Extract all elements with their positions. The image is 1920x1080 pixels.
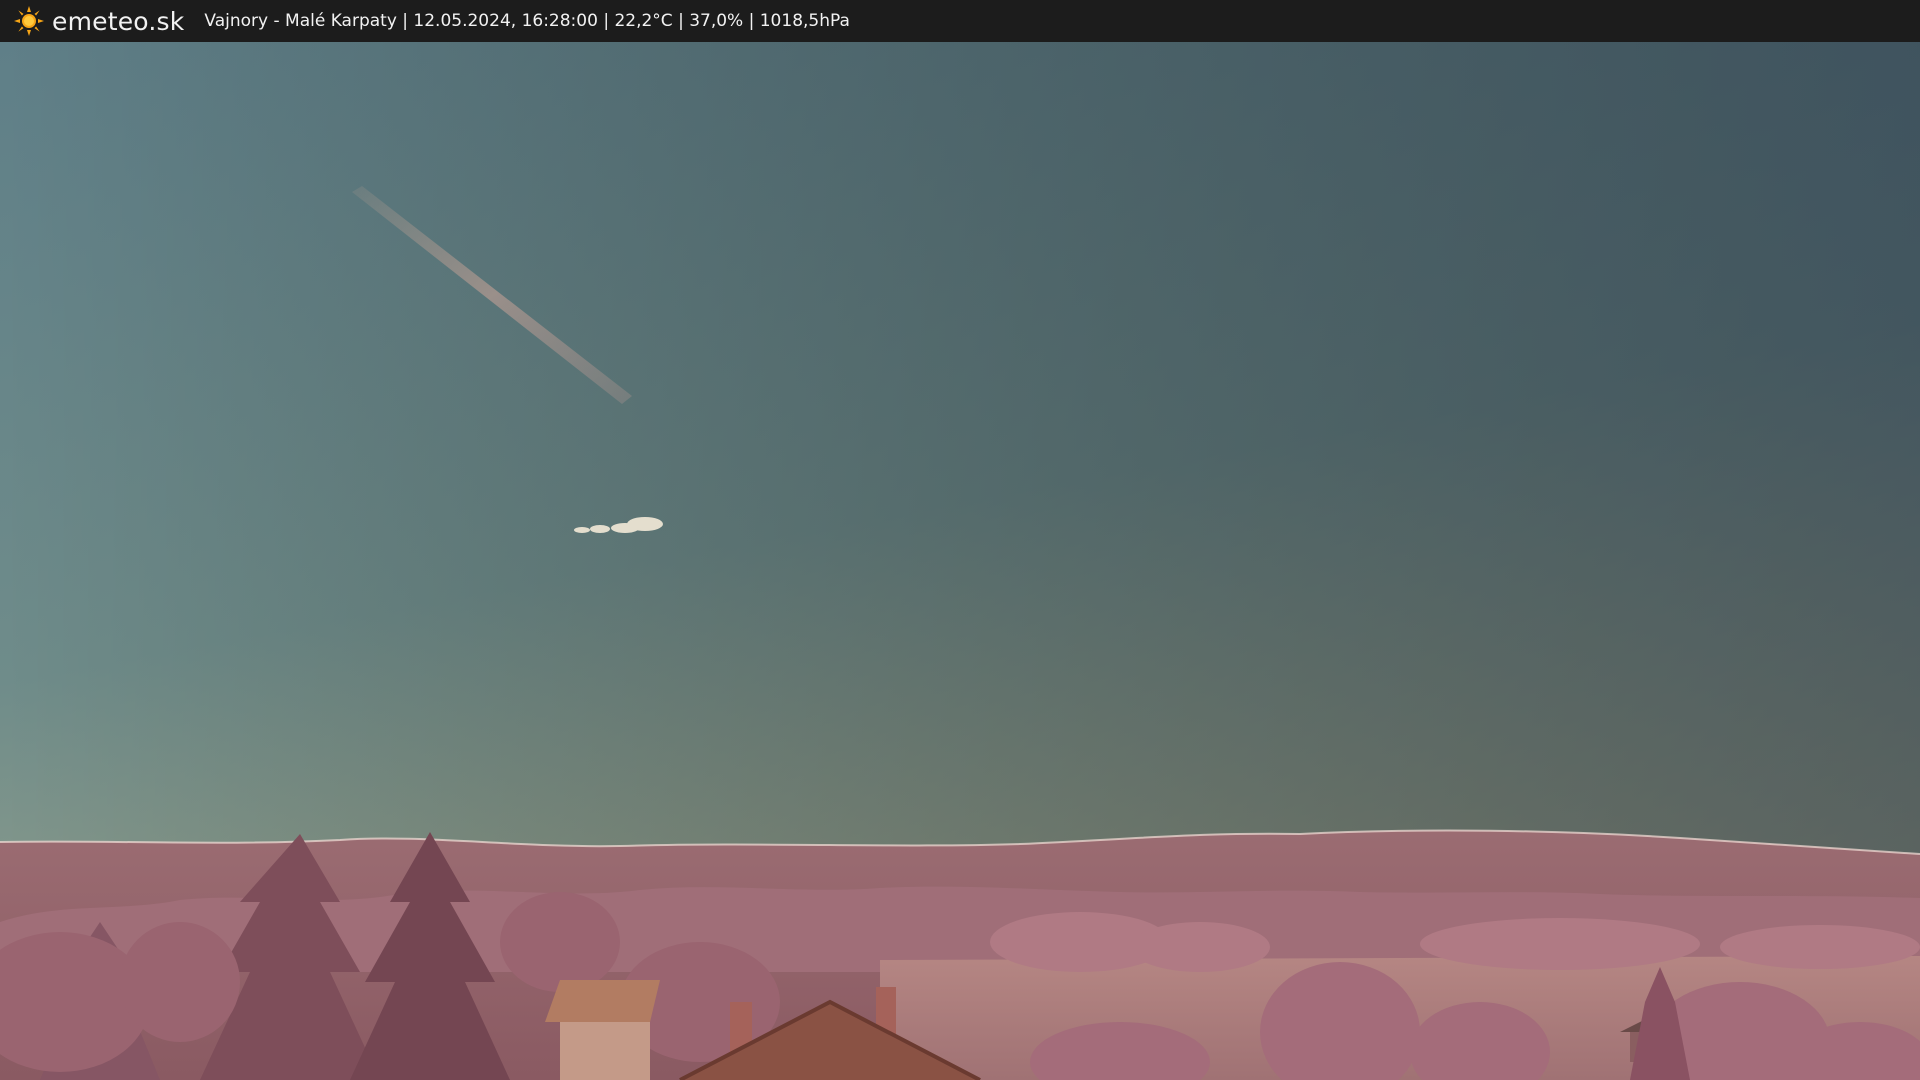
station-caption: Vajnory - Malé Karpaty | 12.05.2024, 16:… [204,11,850,31]
webcam-image [0,42,1920,1080]
house-left [545,980,660,1080]
landscape-scene [0,42,1920,1080]
sky-shade [0,42,1920,862]
site-brand[interactable]: emeteo.sk [52,7,184,36]
sun-icon [14,6,44,36]
webcam-frame: emeteo.sk Vajnory - Malé Karpaty | 12.05… [0,0,1920,1080]
top-bar: emeteo.sk Vajnory - Malé Karpaty | 12.05… [0,0,1920,42]
